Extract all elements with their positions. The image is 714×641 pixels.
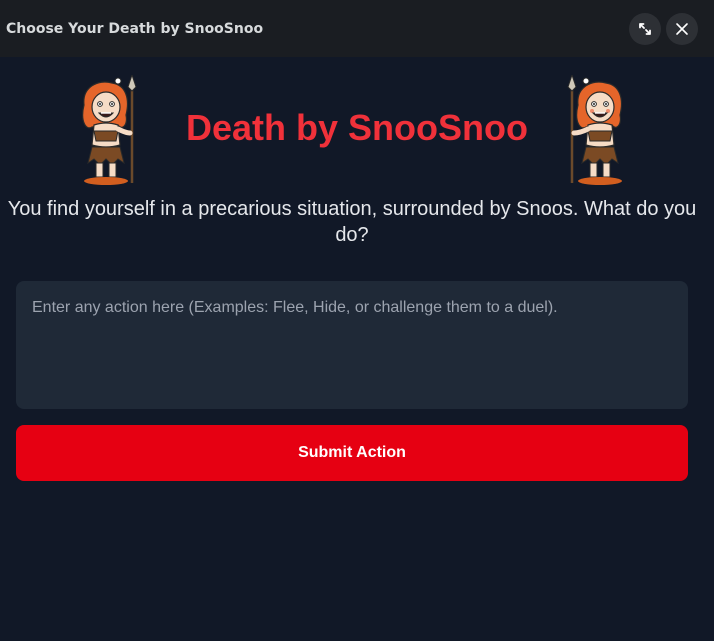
intro-text: You find yourself in a precarious situat… bbox=[7, 198, 697, 246]
close-button[interactable] bbox=[666, 13, 698, 45]
close-icon bbox=[676, 23, 688, 35]
action-input[interactable] bbox=[16, 281, 688, 409]
title-bar: Choose Your Death by SnooSnoo bbox=[0, 0, 714, 57]
window-title: Choose Your Death by SnooSnoo bbox=[6, 20, 264, 37]
app-window: Choose Your Death by SnooSnoo Death by S… bbox=[0, 0, 714, 641]
expand-icon bbox=[639, 23, 651, 35]
expand-button[interactable] bbox=[629, 13, 661, 45]
hero-banner: Death by SnooSnoo bbox=[0, 57, 714, 197]
cavewoman-right-image bbox=[567, 75, 623, 185]
submit-action-button[interactable]: Submit Action bbox=[16, 425, 688, 481]
